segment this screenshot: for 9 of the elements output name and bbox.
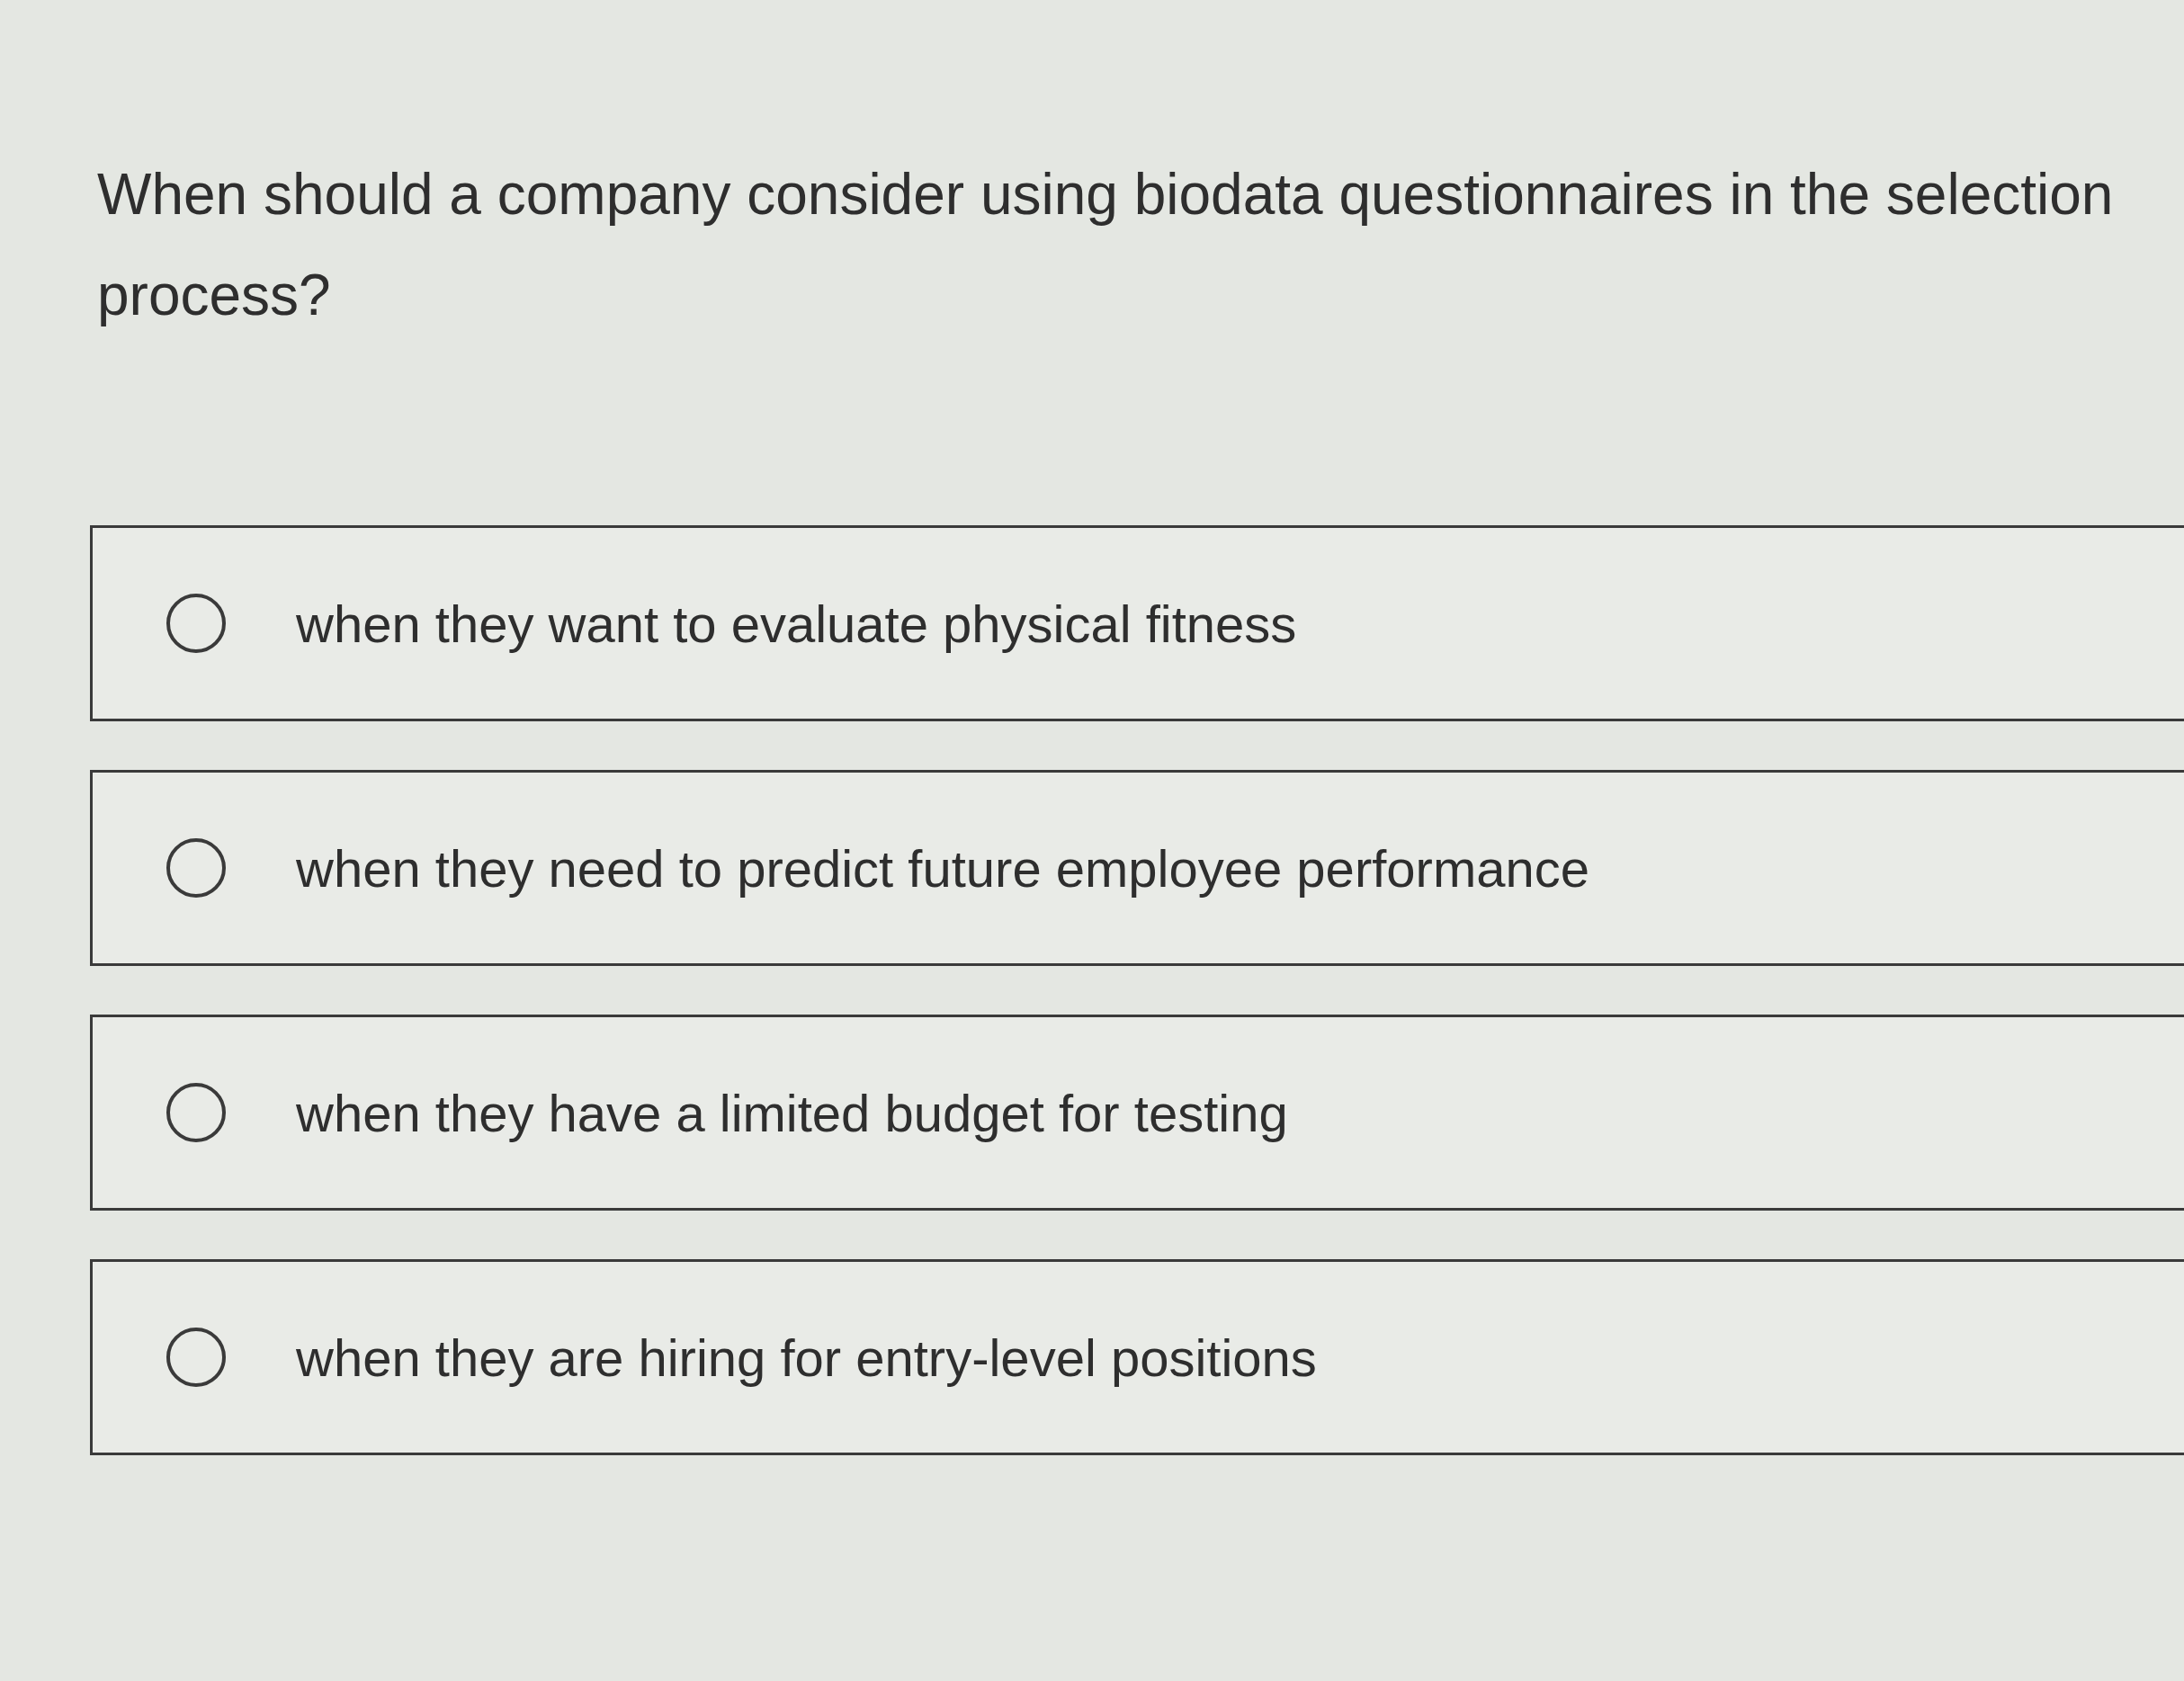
radio-button[interactable] — [166, 594, 226, 653]
radio-button[interactable] — [166, 1328, 226, 1387]
radio-button[interactable] — [166, 1083, 226, 1142]
answer-option[interactable]: when they are hiring for entry-level positions — [90, 1259, 2184, 1455]
radio-button[interactable] — [166, 838, 226, 898]
answer-option[interactable]: when they need to predict future employee performance — [90, 770, 2184, 966]
question-text: When should a company consider using biodata questionnaires in the selection process? — [97, 161, 2115, 329]
answer-option[interactable]: when they have a limited budget for testing — [90, 1015, 2184, 1211]
answer-option[interactable]: when they want to evaluate physical fitness — [90, 525, 2184, 721]
